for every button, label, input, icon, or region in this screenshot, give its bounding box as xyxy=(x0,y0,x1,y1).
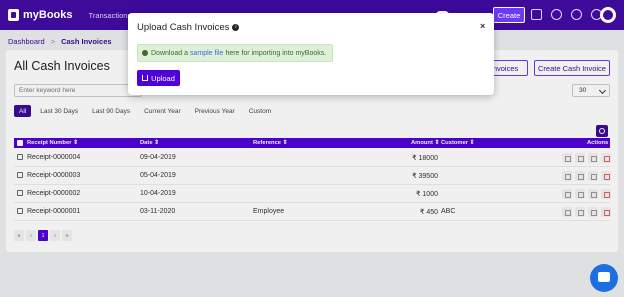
info-icon: i xyxy=(232,23,240,31)
breadcrumb-separator: > xyxy=(50,37,56,46)
row-checkbox[interactable] xyxy=(17,154,23,160)
cell-date: 05-04-2019 xyxy=(140,172,176,179)
download-icon[interactable] xyxy=(588,207,598,217)
filter-current-year[interactable]: Current Year xyxy=(139,105,186,117)
header-customer[interactable]: Customer ⇕ xyxy=(441,140,475,146)
filter-custom[interactable]: Custom xyxy=(244,105,276,117)
filter-last-90-days[interactable]: Last 90 Days xyxy=(87,105,135,117)
header-amount[interactable]: Amount ⇕ xyxy=(411,140,439,146)
print-icon[interactable] xyxy=(575,207,585,217)
cell-amount: ₹ 1000 xyxy=(416,191,438,198)
row-checkbox[interactable] xyxy=(17,208,23,214)
print-icon[interactable] xyxy=(575,171,585,181)
page-prev-button[interactable]: ‹ xyxy=(26,230,36,241)
logo-icon xyxy=(8,9,19,21)
filter-all[interactable]: All xyxy=(14,105,32,117)
filter-previous-year[interactable]: Previous Year xyxy=(190,105,240,117)
cell-receipt-number[interactable]: Receipt-0000001 xyxy=(27,208,80,215)
upload-icon xyxy=(142,75,149,81)
bell-icon[interactable] xyxy=(551,9,562,20)
create-button[interactable]: Create xyxy=(493,7,525,23)
cell-amount: ₹ 450 xyxy=(419,209,438,216)
pagination: « ‹ 1 › » xyxy=(14,230,72,241)
upload-button[interactable]: Upload xyxy=(137,70,180,86)
app-name: myBooks xyxy=(23,9,73,21)
cell-receipt-number[interactable]: Receipt-0000004 xyxy=(27,154,80,161)
edit-icon[interactable] xyxy=(562,207,572,217)
header-date[interactable]: Date ⇕ xyxy=(140,140,159,146)
help-icon[interactable] xyxy=(571,9,582,20)
download-icon[interactable] xyxy=(588,171,598,181)
header-actions: Actions xyxy=(587,140,609,146)
header-reference[interactable]: Reference ⇕ xyxy=(253,140,288,146)
cell-customer: ABC xyxy=(441,208,456,215)
page-next-button[interactable]: › xyxy=(50,230,60,241)
print-icon[interactable] xyxy=(575,189,585,199)
download-icon[interactable] xyxy=(588,153,598,163)
search-input[interactable] xyxy=(14,84,142,97)
delete-icon[interactable] xyxy=(601,207,611,217)
upload-label: Upload xyxy=(151,73,175,83)
page-last-button[interactable]: » xyxy=(62,230,72,241)
delete-icon[interactable] xyxy=(601,153,611,163)
alert-prefix: Download a xyxy=(151,49,188,57)
cell-receipt-number[interactable]: Receipt-0000002 xyxy=(27,190,80,197)
breadcrumb-current: Cash Invoices xyxy=(61,37,112,46)
date-filters: All Last 30 Days Last 90 Days Current Ye… xyxy=(14,105,276,117)
cell-date: 03-11-2020 xyxy=(140,208,176,215)
page-size-select[interactable]: 30 xyxy=(572,84,610,97)
create-cash-invoice-button[interactable]: Create Cash Invoice xyxy=(534,60,610,76)
app-logo[interactable]: myBooks xyxy=(8,9,73,21)
download-icon[interactable] xyxy=(588,189,598,199)
avatar[interactable] xyxy=(600,7,616,23)
page-size-value: 30 xyxy=(579,87,587,94)
table-row[interactable]: Receipt-0000001 03-11-2020 Employee ₹ 45… xyxy=(14,203,611,221)
cell-reference: Employee xyxy=(253,208,285,215)
edit-icon[interactable] xyxy=(562,171,572,181)
trash-icon[interactable] xyxy=(531,9,542,20)
cell-amount: ₹ 18000 xyxy=(412,155,438,162)
info-circle-icon xyxy=(142,50,148,56)
table-row[interactable]: Receipt-0000003 05-04-2019 ₹ 39500 xyxy=(14,167,611,185)
close-icon[interactable]: × xyxy=(480,21,485,31)
page-first-button[interactable]: « xyxy=(14,230,24,241)
breadcrumb-dashboard[interactable]: Dashboard xyxy=(8,37,45,46)
table-header: Receipt Number ⇕ Date ⇕ Reference ⇕ Amou… xyxy=(14,138,610,148)
edit-icon[interactable] xyxy=(562,189,572,199)
row-checkbox[interactable] xyxy=(17,190,23,196)
cell-amount: ₹ 39500 xyxy=(412,173,438,180)
header-receipt-number[interactable]: Receipt Number ⇕ xyxy=(27,140,78,146)
page-title: All Cash Invoices xyxy=(14,59,110,73)
select-all-checkbox[interactable] xyxy=(17,139,23,146)
page-1-button[interactable]: 1 xyxy=(38,230,48,241)
nav-item-transactions[interactable]: Transactions xyxy=(89,11,132,20)
row-checkbox[interactable] xyxy=(17,172,23,178)
sample-file-alert: Download a sample file here for importin… xyxy=(137,44,333,62)
sample-file-link[interactable]: sample file xyxy=(190,50,223,57)
edit-icon[interactable] xyxy=(562,153,572,163)
cell-receipt-number[interactable]: Receipt-0000003 xyxy=(27,172,80,179)
column-settings-gear-icon[interactable] xyxy=(596,125,608,137)
cell-date: 09-04-2019 xyxy=(140,154,176,161)
chevron-down-icon xyxy=(598,86,607,95)
breadcrumb: Dashboard > Cash Invoices xyxy=(8,37,112,46)
alert-suffix: here for importing into myBooks. xyxy=(225,49,327,57)
print-icon[interactable] xyxy=(575,153,585,163)
modal-title: Upload Cash Invoices i xyxy=(137,22,240,33)
filter-last-30-days[interactable]: Last 30 Days xyxy=(35,105,83,117)
chat-bubble-icon[interactable] xyxy=(590,264,618,292)
delete-icon[interactable] xyxy=(601,171,611,181)
upload-cash-invoices-modal: Upload Cash Invoices i × Download a sampl… xyxy=(128,13,494,95)
modal-title-text: Upload Cash Invoices xyxy=(137,22,230,33)
table-row[interactable]: Receipt-0000004 09-04-2019 ₹ 18000 xyxy=(14,149,611,167)
cell-date: 10-04-2019 xyxy=(140,190,176,197)
delete-icon[interactable] xyxy=(601,189,611,199)
table-row[interactable]: Receipt-0000002 10-04-2019 ₹ 1000 xyxy=(14,185,611,203)
